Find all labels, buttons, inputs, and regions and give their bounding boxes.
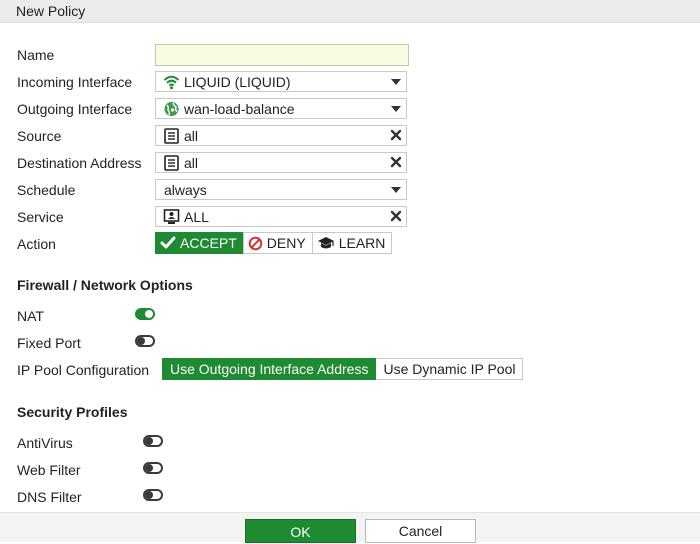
antivirus-label: AntiVirus	[17, 435, 73, 451]
service-monitor-icon	[163, 209, 180, 224]
chevron-down-icon	[391, 79, 401, 85]
outgoing-interface-select[interactable]: wan-load-balance	[155, 98, 407, 119]
service-label: Service	[17, 209, 64, 225]
source-label: Source	[17, 128, 62, 144]
dns-filter-label: DNS Filter	[17, 489, 82, 505]
firewall-section-title: Firewall / Network Options	[17, 277, 193, 293]
address-list-icon	[164, 155, 179, 171]
accept-label: ACCEPT	[180, 235, 237, 251]
source-field[interactable]: all	[155, 125, 407, 146]
learn-label: LEARN	[338, 235, 386, 251]
dialog-title-bar: New Policy	[0, 0, 700, 23]
remove-icon[interactable]	[390, 210, 402, 222]
globe-icon	[164, 102, 179, 116]
service-value: ALL	[184, 209, 209, 225]
outgoing-interface-value: wan-load-balance	[184, 101, 295, 117]
remove-icon[interactable]	[390, 129, 402, 141]
service-field[interactable]: ALL	[155, 206, 407, 227]
schedule-select[interactable]: always	[155, 179, 407, 200]
wifi-icon	[163, 75, 180, 90]
remove-icon[interactable]	[390, 156, 402, 168]
fixed-port-toggle[interactable]	[135, 335, 155, 347]
nat-label: NAT	[17, 308, 44, 324]
web-filter-toggle[interactable]	[143, 462, 163, 474]
fixed-port-label: Fixed Port	[17, 335, 81, 351]
chevron-down-icon	[391, 106, 401, 112]
accept-button[interactable]: ACCEPT	[155, 232, 244, 254]
name-input[interactable]	[155, 44, 409, 66]
address-list-icon	[164, 128, 179, 144]
graduation-cap-icon	[317, 237, 334, 249]
incoming-interface-label: Incoming Interface	[17, 74, 133, 90]
schedule-value: always	[164, 182, 207, 198]
use-dynamic-ip-pool-button[interactable]: Use Dynamic IP Pool	[376, 358, 524, 380]
ip-pool-toggle-group: Use Outgoing Interface Address Use Dynam…	[162, 358, 524, 380]
source-value: all	[184, 128, 199, 144]
chevron-down-icon	[391, 187, 401, 193]
deny-button[interactable]: DENY	[242, 232, 313, 254]
ip-pool-label: IP Pool Configuration	[17, 362, 150, 378]
action-label: Action	[17, 236, 56, 252]
schedule-label: Schedule	[17, 182, 76, 198]
ok-button[interactable]: OK	[245, 519, 356, 543]
checkmark-icon	[160, 236, 176, 249]
destination-field[interactable]: all	[155, 152, 407, 173]
incoming-interface-select[interactable]: LIQUID (LIQUID)	[155, 71, 407, 92]
antivirus-toggle[interactable]	[143, 435, 163, 447]
security-profiles-title: Security Profiles	[17, 404, 128, 420]
destination-value: all	[184, 155, 199, 171]
deny-icon	[248, 236, 263, 250]
name-label: Name	[17, 47, 55, 63]
cancel-button[interactable]: Cancel	[365, 519, 476, 543]
dns-filter-toggle[interactable]	[143, 489, 163, 501]
incoming-interface-value: LIQUID (LIQUID)	[184, 74, 291, 90]
learn-button[interactable]: LEARN	[311, 232, 393, 254]
deny-label: DENY	[266, 235, 306, 251]
action-button-group: ACCEPT DENY LEARN	[155, 232, 393, 254]
dialog-title: New Policy	[16, 3, 86, 19]
destination-label: Destination Address	[17, 155, 142, 171]
nat-toggle[interactable]	[135, 308, 155, 320]
web-filter-label: Web Filter	[17, 462, 81, 478]
use-outgoing-interface-address-button[interactable]: Use Outgoing Interface Address	[162, 358, 377, 380]
outgoing-interface-label: Outgoing Interface	[17, 101, 133, 117]
